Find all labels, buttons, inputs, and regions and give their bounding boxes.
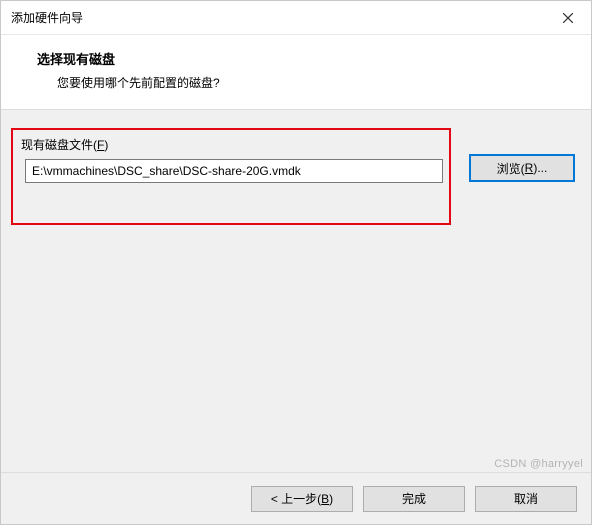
titlebar: 添加硬件向导: [1, 1, 591, 35]
wizard-window: 添加硬件向导 选择现有磁盘 您要使用哪个先前配置的磁盘? 现有磁盘文件(F) 浏…: [0, 0, 592, 525]
disk-file-label: 现有磁盘文件(F): [21, 136, 441, 153]
wizard-footer: < 上一步(B) 完成 取消: [1, 472, 591, 524]
header-subtitle: 您要使用哪个先前配置的磁盘?: [37, 74, 581, 91]
cancel-button[interactable]: 取消: [475, 486, 577, 512]
wizard-header: 选择现有磁盘 您要使用哪个先前配置的磁盘?: [1, 35, 591, 110]
disk-path-input[interactable]: [25, 159, 443, 183]
header-title: 选择现有磁盘: [37, 49, 581, 68]
wizard-body: 现有磁盘文件(F) 浏览(R)...: [1, 110, 591, 472]
highlight-region: 现有磁盘文件(F): [11, 128, 451, 225]
window-title: 添加硬件向导: [11, 9, 83, 26]
close-icon: [563, 13, 573, 23]
finish-button[interactable]: 完成: [363, 486, 465, 512]
browse-button[interactable]: 浏览(R)...: [469, 154, 575, 182]
close-button[interactable]: [545, 1, 591, 34]
back-button[interactable]: < 上一步(B): [251, 486, 353, 512]
